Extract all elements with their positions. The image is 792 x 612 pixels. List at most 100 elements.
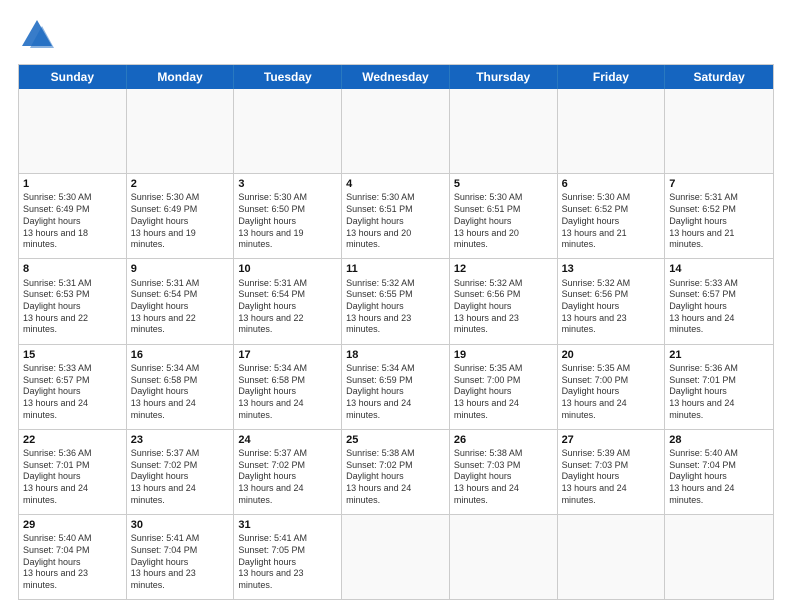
sunset: Sunset: 7:02 PM: [346, 460, 413, 470]
day-number: 19: [454, 348, 553, 362]
day-number: 14: [669, 262, 769, 276]
calendar-cell: 1 Sunrise: 5:30 AM Sunset: 6:49 PM Dayli…: [19, 174, 127, 258]
sunset: Sunset: 7:00 PM: [454, 375, 521, 385]
sunset: Sunset: 7:02 PM: [238, 460, 305, 470]
sunrise: Sunrise: 5:30 AM: [346, 192, 415, 202]
day-number: 21: [669, 348, 769, 362]
logo: [18, 16, 58, 54]
daylight-hours: 13 hours and 24 minutes.: [346, 483, 411, 505]
daylight-hours: 13 hours and 24 minutes.: [131, 483, 196, 505]
header-friday: Friday: [558, 65, 666, 89]
calendar-cell: 8 Sunrise: 5:31 AM Sunset: 6:53 PM Dayli…: [19, 259, 127, 343]
daylight-label: Daylight hours: [23, 301, 81, 311]
calendar-week-2: 8 Sunrise: 5:31 AM Sunset: 6:53 PM Dayli…: [19, 259, 773, 344]
daylight-label: Daylight hours: [131, 216, 189, 226]
sunset: Sunset: 7:03 PM: [562, 460, 629, 470]
sunset: Sunset: 6:49 PM: [23, 204, 90, 214]
calendar-cell: 21 Sunrise: 5:36 AM Sunset: 7:01 PM Dayl…: [665, 345, 773, 429]
daylight-hours: 13 hours and 23 minutes.: [131, 568, 196, 590]
sunrise: Sunrise: 5:35 AM: [454, 363, 523, 373]
daylight-label: Daylight hours: [669, 216, 727, 226]
sunset: Sunset: 6:52 PM: [669, 204, 736, 214]
calendar-cell: [450, 89, 558, 173]
sunset: Sunset: 7:01 PM: [669, 375, 736, 385]
day-number: 28: [669, 433, 769, 447]
calendar-cell: 20 Sunrise: 5:35 AM Sunset: 7:00 PM Dayl…: [558, 345, 666, 429]
sunrise: Sunrise: 5:41 AM: [238, 533, 307, 543]
sunset: Sunset: 7:04 PM: [23, 545, 90, 555]
sunset: Sunset: 6:56 PM: [454, 289, 521, 299]
sunrise: Sunrise: 5:41 AM: [131, 533, 200, 543]
sunset: Sunset: 6:50 PM: [238, 204, 305, 214]
day-number: 29: [23, 518, 122, 532]
day-number: 20: [562, 348, 661, 362]
calendar-cell: [127, 89, 235, 173]
daylight-label: Daylight hours: [454, 471, 512, 481]
calendar-cell: [19, 89, 127, 173]
daylight-label: Daylight hours: [346, 301, 404, 311]
sunrise: Sunrise: 5:33 AM: [669, 278, 738, 288]
daylight-label: Daylight hours: [23, 216, 81, 226]
calendar-cell: 23 Sunrise: 5:37 AM Sunset: 7:02 PM Dayl…: [127, 430, 235, 514]
calendar-cell: 9 Sunrise: 5:31 AM Sunset: 6:54 PM Dayli…: [127, 259, 235, 343]
calendar-cell: 26 Sunrise: 5:38 AM Sunset: 7:03 PM Dayl…: [450, 430, 558, 514]
header: [18, 16, 774, 54]
sunrise: Sunrise: 5:30 AM: [238, 192, 307, 202]
calendar-week-4: 22 Sunrise: 5:36 AM Sunset: 7:01 PM Dayl…: [19, 430, 773, 515]
sunrise: Sunrise: 5:32 AM: [562, 278, 631, 288]
calendar-cell: [342, 515, 450, 599]
calendar-week-1: 1 Sunrise: 5:30 AM Sunset: 6:49 PM Dayli…: [19, 174, 773, 259]
calendar-cell: [342, 89, 450, 173]
daylight-hours: 13 hours and 22 minutes.: [238, 313, 303, 335]
sunset: Sunset: 6:51 PM: [346, 204, 413, 214]
sunrise: Sunrise: 5:34 AM: [131, 363, 200, 373]
daylight-hours: 13 hours and 24 minutes.: [131, 398, 196, 420]
header-tuesday: Tuesday: [234, 65, 342, 89]
sunrise: Sunrise: 5:36 AM: [669, 363, 738, 373]
calendar-cell: [558, 89, 666, 173]
calendar-cell: 25 Sunrise: 5:38 AM Sunset: 7:02 PM Dayl…: [342, 430, 450, 514]
calendar-cell: 4 Sunrise: 5:30 AM Sunset: 6:51 PM Dayli…: [342, 174, 450, 258]
calendar-body: 1 Sunrise: 5:30 AM Sunset: 6:49 PM Dayli…: [19, 89, 773, 599]
calendar-cell: 28 Sunrise: 5:40 AM Sunset: 7:04 PM Dayl…: [665, 430, 773, 514]
day-number: 4: [346, 177, 445, 191]
daylight-label: Daylight hours: [238, 557, 296, 567]
daylight-label: Daylight hours: [23, 471, 81, 481]
sunrise: Sunrise: 5:40 AM: [23, 533, 92, 543]
sunrise: Sunrise: 5:34 AM: [346, 363, 415, 373]
daylight-hours: 13 hours and 23 minutes.: [23, 568, 88, 590]
daylight-hours: 13 hours and 21 minutes.: [669, 228, 734, 250]
sunset: Sunset: 6:58 PM: [131, 375, 198, 385]
daylight-label: Daylight hours: [23, 386, 81, 396]
calendar-cell: 15 Sunrise: 5:33 AM Sunset: 6:57 PM Dayl…: [19, 345, 127, 429]
daylight-hours: 13 hours and 19 minutes.: [131, 228, 196, 250]
calendar-cell: 2 Sunrise: 5:30 AM Sunset: 6:49 PM Dayli…: [127, 174, 235, 258]
sunset: Sunset: 7:03 PM: [454, 460, 521, 470]
calendar-cell: 24 Sunrise: 5:37 AM Sunset: 7:02 PM Dayl…: [234, 430, 342, 514]
daylight-hours: 13 hours and 23 minutes.: [346, 313, 411, 335]
day-number: 6: [562, 177, 661, 191]
daylight-hours: 13 hours and 18 minutes.: [23, 228, 88, 250]
sunrise: Sunrise: 5:31 AM: [669, 192, 738, 202]
calendar-week-5: 29 Sunrise: 5:40 AM Sunset: 7:04 PM Dayl…: [19, 515, 773, 599]
daylight-label: Daylight hours: [669, 301, 727, 311]
daylight-label: Daylight hours: [346, 386, 404, 396]
calendar-cell: 6 Sunrise: 5:30 AM Sunset: 6:52 PM Dayli…: [558, 174, 666, 258]
sunrise: Sunrise: 5:35 AM: [562, 363, 631, 373]
sunrise: Sunrise: 5:37 AM: [238, 448, 307, 458]
daylight-label: Daylight hours: [454, 216, 512, 226]
daylight-label: Daylight hours: [669, 471, 727, 481]
sunrise: Sunrise: 5:37 AM: [131, 448, 200, 458]
daylight-hours: 13 hours and 24 minutes.: [454, 398, 519, 420]
sunset: Sunset: 6:52 PM: [562, 204, 629, 214]
daylight-label: Daylight hours: [346, 471, 404, 481]
sunset: Sunset: 6:49 PM: [131, 204, 198, 214]
daylight-label: Daylight hours: [346, 216, 404, 226]
sunrise: Sunrise: 5:36 AM: [23, 448, 92, 458]
calendar-cell: 7 Sunrise: 5:31 AM Sunset: 6:52 PM Dayli…: [665, 174, 773, 258]
sunrise: Sunrise: 5:31 AM: [238, 278, 307, 288]
calendar-cell: 14 Sunrise: 5:33 AM Sunset: 6:57 PM Dayl…: [665, 259, 773, 343]
sunrise: Sunrise: 5:32 AM: [454, 278, 523, 288]
daylight-hours: 13 hours and 24 minutes.: [562, 483, 627, 505]
daylight-hours: 13 hours and 24 minutes.: [238, 483, 303, 505]
